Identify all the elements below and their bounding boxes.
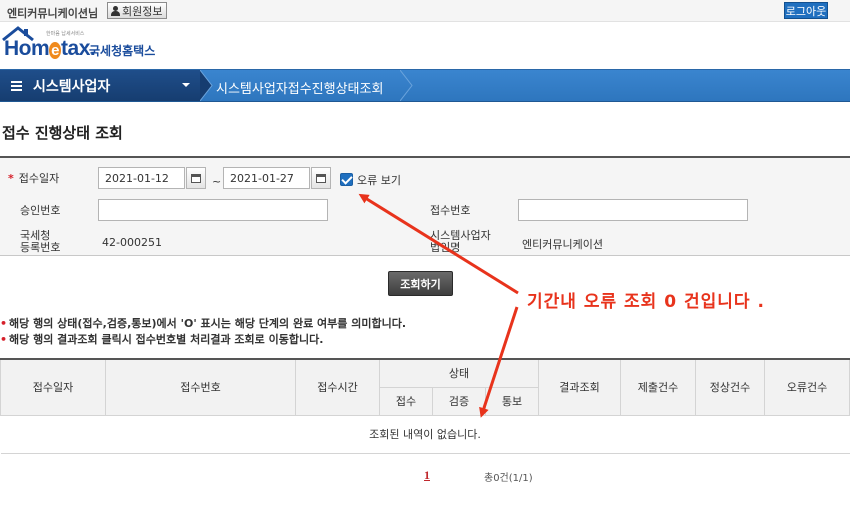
arrow-to-checkbox [358,193,519,295]
annotation-text: 기간내 오류 조회 0 건입니다 . [527,292,765,312]
arrow-to-empty-result [479,306,519,418]
annotation-arrows [358,193,519,418]
